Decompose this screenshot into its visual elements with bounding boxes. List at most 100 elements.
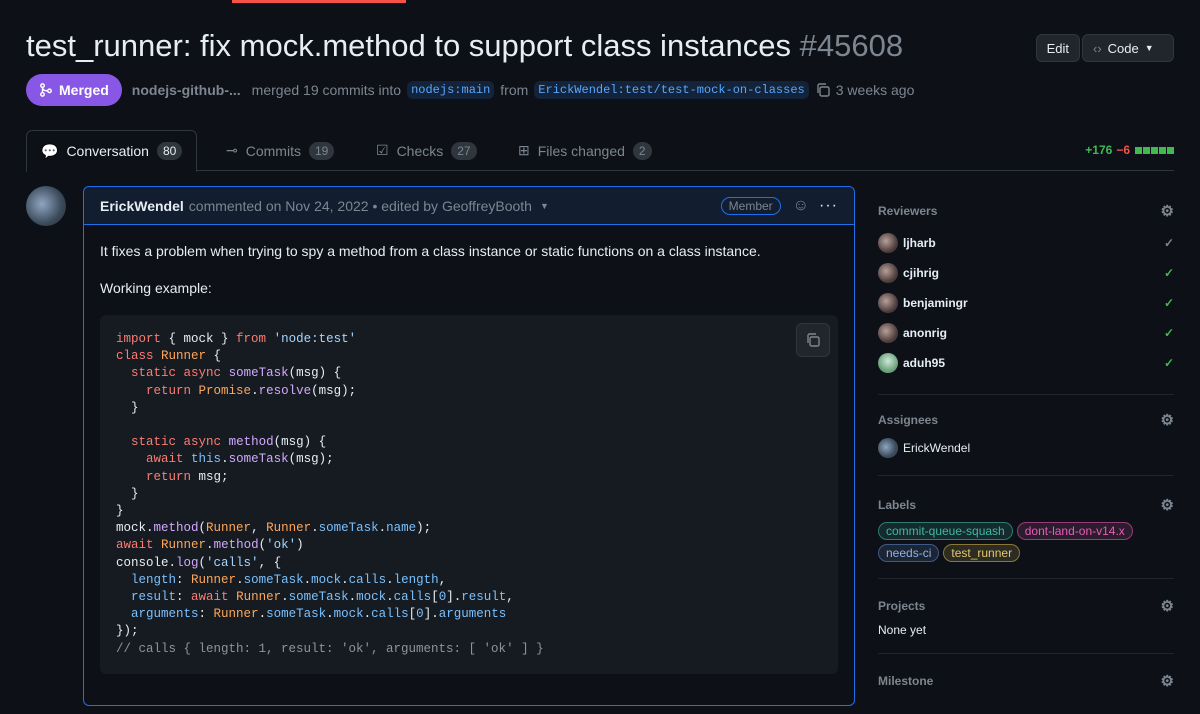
code-block: import { mock } from 'node:test' class R… xyxy=(100,315,838,674)
file-diff-icon: ⊞ xyxy=(518,142,530,158)
comment-paragraph: It fixes a problem when trying to spy a … xyxy=(100,243,761,259)
comment-paragraph: Working example: xyxy=(100,280,212,296)
copy-icon xyxy=(807,333,820,347)
tab-counter: 27 xyxy=(451,141,477,160)
edit-button[interactable]: Edit xyxy=(1035,34,1080,62)
labels-header: Labels ⚙ xyxy=(878,496,1174,514)
assignees-section: Assignees ⚙ ErickWendel xyxy=(878,395,1174,476)
copy-icon[interactable] xyxy=(815,82,831,98)
tab-checks[interactable]: ☑ Checks 27 xyxy=(362,130,491,171)
projects-value: None yet xyxy=(878,623,927,637)
projects-header: Projects ⚙ xyxy=(878,597,1174,615)
copy-code-button[interactable] xyxy=(796,323,830,357)
head-branch[interactable]: ErickWendel:test/test-mock-on-classes xyxy=(534,81,809,99)
pr-header: test_runner: fix mock.method to support … xyxy=(26,28,1174,68)
section-title: Reviewers xyxy=(878,204,938,218)
merge-time: 3 weeks ago xyxy=(835,82,915,98)
status-badge: Merged xyxy=(26,74,122,106)
chevron-down-icon: ▼ xyxy=(1144,43,1154,53)
label-test-runner[interactable]: test_runner xyxy=(943,544,1021,562)
check-icon: ✓ xyxy=(1163,266,1174,280)
comment-header: ErickWendel commented on Nov 24, 2022 • … xyxy=(84,187,854,225)
gear-icon[interactable]: ⚙ xyxy=(1161,202,1174,220)
merged-text: merged 19 commits into xyxy=(251,82,402,98)
commit-icon: ⊸ xyxy=(226,142,238,158)
comment-author[interactable]: ErickWendel xyxy=(100,198,184,214)
milestone-header: Milestone ⚙ xyxy=(878,672,1174,690)
reviewer-name: ljharb xyxy=(903,236,936,250)
tab-counter: 80 xyxy=(156,142,183,160)
code-button[interactable]: ‹› Code ▼ xyxy=(1082,34,1174,62)
merger-link[interactable]: nodejs-github-... xyxy=(132,82,241,98)
checklist-icon: ☑ xyxy=(376,142,389,158)
label-dont-land-on-v14[interactable]: dont-land-on-v14.x xyxy=(1016,522,1133,540)
gear-icon[interactable]: ⚙ xyxy=(1161,411,1174,429)
avatar xyxy=(878,233,898,253)
check-icon: ✓ xyxy=(1163,326,1174,340)
active-accent-bar xyxy=(232,0,406,3)
reviewer-item[interactable]: cjihrig ✓ xyxy=(878,258,1174,288)
tab-conversation[interactable]: 💬 Conversation 80 xyxy=(26,130,198,172)
diffstat-bar xyxy=(1134,143,1174,157)
section-title: Assignees xyxy=(878,413,939,427)
pr-meta: Merged nodejs-github-... merged 19 commi… xyxy=(26,74,914,106)
status-label: Merged xyxy=(59,82,109,98)
tab-label: Conversation xyxy=(66,143,149,159)
code-label: Code xyxy=(1107,40,1139,56)
pr-title: test_runner: fix mock.method to support … xyxy=(26,28,792,63)
pr-number: #45608 xyxy=(799,28,904,63)
avatar xyxy=(878,438,898,458)
tab-label: Commits xyxy=(245,142,301,159)
gear-icon[interactable]: ⚙ xyxy=(1161,597,1174,615)
reviewer-item[interactable]: ljharb ✓ xyxy=(878,228,1174,258)
reviewer-item[interactable]: aduh95 ✓ xyxy=(878,348,1174,378)
tab-commits[interactable]: ⊸ Commits 19 xyxy=(212,130,348,171)
base-branch[interactable]: nodejs:main xyxy=(407,81,495,99)
tab-label: Files changed xyxy=(537,142,625,159)
pr-tabs: 💬 Conversation 80 ⊸ Commits 19 ☑ Checks … xyxy=(26,130,1174,172)
check-icon: ✓ xyxy=(1163,356,1174,370)
reviewer-item[interactable]: anonrig ✓ xyxy=(878,318,1174,348)
edit-label: Edit xyxy=(1046,40,1069,56)
sidebar: Reviewers ⚙ ljharb ✓ cjihrig ✓ benjamingr ✓ … xyxy=(878,186,1174,714)
section-title: Projects xyxy=(878,599,926,613)
label-list: commit-queue-squash dont-land-on-v14.x n… xyxy=(878,522,1174,562)
smiley-icon[interactable]: ☺ xyxy=(793,197,809,215)
tab-label: Checks xyxy=(396,142,444,159)
milestone-section: Milestone ⚙ xyxy=(878,654,1174,714)
avatar xyxy=(878,293,898,313)
kebab-menu-icon[interactable]: ··· xyxy=(819,197,838,215)
avatar xyxy=(878,323,898,343)
from-text: from xyxy=(500,82,529,98)
member-badge: Member xyxy=(720,196,781,215)
avatar xyxy=(878,353,898,373)
merge-icon xyxy=(40,83,52,97)
label-needs-ci[interactable]: needs-ci xyxy=(878,544,940,562)
page-title: test_runner: fix mock.method to support … xyxy=(26,28,1174,64)
projects-section: Projects ⚙ None yet xyxy=(878,579,1174,654)
assignees-header: Assignees ⚙ xyxy=(878,411,1174,429)
deletions-count: −6 xyxy=(1116,143,1130,157)
assignee-item[interactable]: ErickWendel xyxy=(878,437,1174,459)
avatar xyxy=(878,263,898,283)
comment-discussion-icon: 💬 xyxy=(41,142,59,159)
reviewers-section: Reviewers ⚙ ljharb ✓ cjihrig ✓ benjamingr ✓ … xyxy=(878,186,1174,395)
gear-icon[interactable]: ⚙ xyxy=(1161,496,1174,514)
section-title: Milestone xyxy=(878,674,934,688)
reviewer-item[interactable]: benjamingr ✓ xyxy=(878,288,1174,318)
code-icon: ‹› xyxy=(1093,40,1102,56)
assignee-name: ErickWendel xyxy=(903,441,971,455)
tab-counter: 2 xyxy=(632,141,652,160)
reviewer-name: aduh95 xyxy=(903,356,946,370)
reviewers-header: Reviewers ⚙ xyxy=(878,202,1174,220)
label-commit-queue-squash[interactable]: commit-queue-squash xyxy=(878,522,1013,540)
section-title: Labels xyxy=(878,498,917,512)
diffstat: +176 −6 xyxy=(1085,143,1174,157)
avatar[interactable] xyxy=(26,186,66,226)
labels-section: Labels ⚙ commit-queue-squash dont-land-on… xyxy=(878,476,1174,579)
check-icon: ✓ xyxy=(1163,296,1174,310)
chevron-down-icon[interactable]: ▼ xyxy=(540,201,549,211)
tab-counter: 19 xyxy=(308,141,335,160)
gear-icon[interactable]: ⚙ xyxy=(1161,672,1174,690)
tab-files-changed[interactable]: ⊞ Files changed 2 xyxy=(504,130,666,171)
